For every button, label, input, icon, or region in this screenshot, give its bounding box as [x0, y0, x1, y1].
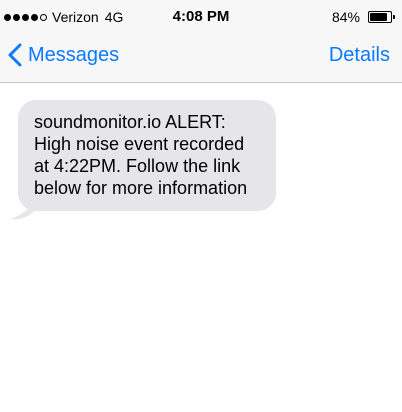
back-label: Messages	[28, 43, 120, 66]
incoming-message-bubble[interactable]: soundmonitor.io ALERT: High noise event …	[18, 100, 276, 211]
status-right: 84%	[331, 9, 395, 25]
battery-percent: 84%	[331, 9, 360, 25]
back-button[interactable]: Messages	[8, 43, 119, 67]
battery-fill	[370, 13, 387, 21]
status-bar: Verizon 4G 4:08 PM 84%	[0, 0, 402, 32]
battery-tip	[393, 15, 395, 19]
navigation-bar: Messages Details	[0, 32, 402, 83]
battery-icon	[368, 11, 395, 23]
details-button[interactable]: Details	[329, 44, 390, 67]
chevron-left-icon	[8, 43, 22, 67]
message-thread[interactable]: soundmonitor.io ALERT: High noise event …	[0, 83, 402, 412]
